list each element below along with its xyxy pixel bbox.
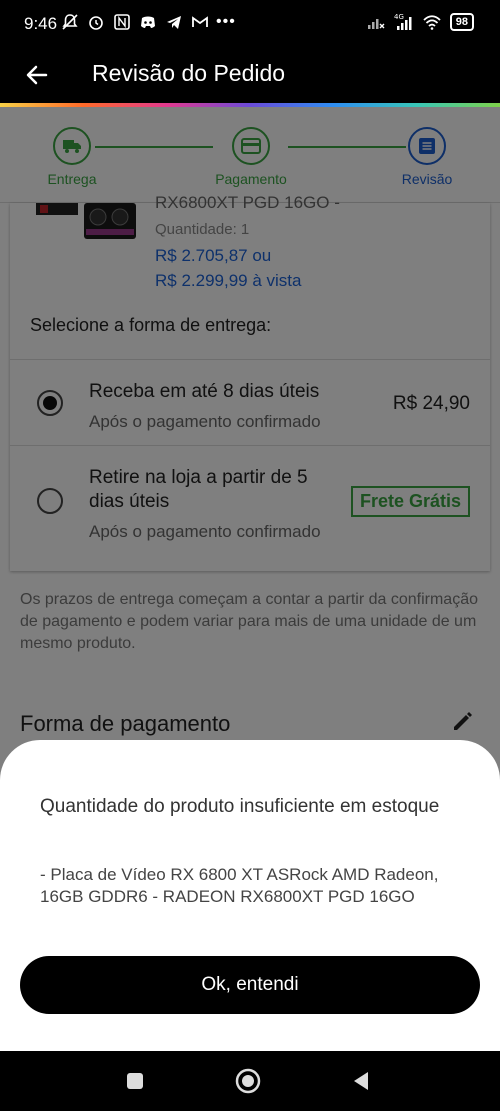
more-notifications-icon: ••• <box>216 13 236 30</box>
back-arrow-icon[interactable] <box>24 62 50 88</box>
stock-warning-sheet: Quantidade do produto insuficiente em es… <box>0 740 500 1051</box>
status-time: 9:46 <box>24 14 58 33</box>
svg-text:4G: 4G <box>394 13 404 21</box>
battery-icon: 98 <box>449 13 474 31</box>
signal-x-icon <box>367 19 385 29</box>
system-nav-bar <box>0 1051 500 1111</box>
wifi-icon <box>423 15 441 30</box>
nfc-icon <box>114 14 130 30</box>
page-title: Revisão do Pedido <box>92 60 286 86</box>
system-icons: 4G 98 <box>366 12 474 32</box>
back-nav-icon[interactable] <box>348 1067 376 1095</box>
app-bar: Revisão do Pedido <box>0 50 500 104</box>
dialog-message: - Placa de Vídeo RX 6800 XT ASRock AMD R… <box>40 865 439 906</box>
home-icon[interactable] <box>234 1067 262 1095</box>
signal-4g-icon: 4G <box>394 13 412 30</box>
status-bar: 9:46 ••• 4G 98 <box>0 0 500 50</box>
notification-icons: ••• <box>60 12 236 32</box>
alarm-icon <box>89 16 103 30</box>
ok-button[interactable]: Ok, entendi <box>20 956 480 1014</box>
recents-icon[interactable] <box>121 1067 149 1095</box>
discord-icon <box>141 16 155 28</box>
telegram-icon <box>167 16 181 29</box>
bell-off-icon <box>62 14 78 30</box>
dialog-title: Quantidade do produto insuficiente em es… <box>40 796 440 817</box>
gmail-icon <box>192 16 208 27</box>
